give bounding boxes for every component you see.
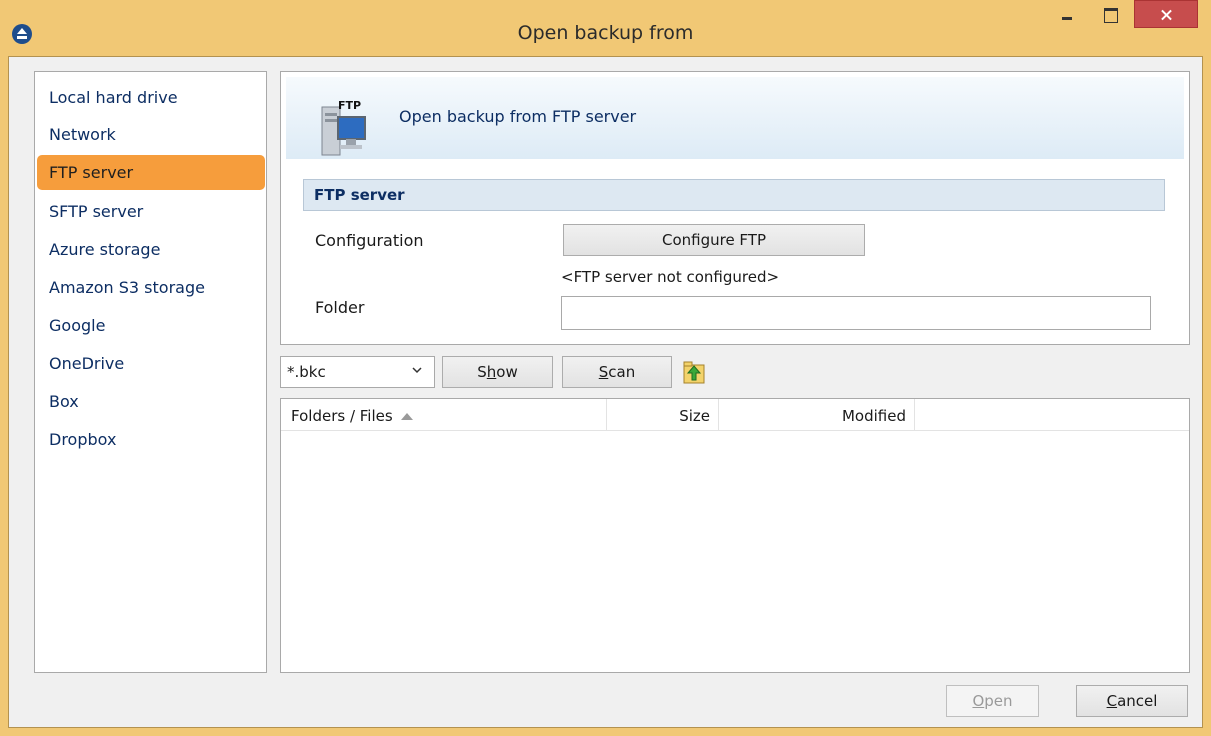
file-toolbar: *.bkc Show Scan <box>280 356 1190 388</box>
panel-header: FTP Open backup from FTP server <box>286 77 1184 159</box>
open-accel: O <box>972 692 985 710</box>
show-prefix: S <box>477 363 487 381</box>
list-header: Folders / Files Size Modified <box>281 399 1189 431</box>
configuration-label: Configuration <box>315 231 424 250</box>
sidebar-item-box[interactable]: Box <box>37 384 265 419</box>
sidebar-item-sftp-server[interactable]: SFTP server <box>37 194 265 229</box>
cancel-button[interactable]: Cancel <box>1076 685 1188 717</box>
show-accel: h <box>486 363 497 381</box>
storage-sidebar: Local hard drive Network FTP server SFTP… <box>34 71 267 673</box>
maximize-button[interactable] <box>1095 0 1125 30</box>
column-header-modified[interactable]: Modified <box>719 399 915 431</box>
file-filter-dropdown[interactable]: *.bkc <box>280 356 435 388</box>
show-suffix: ow <box>496 363 518 381</box>
cancel-accel: C <box>1106 692 1118 710</box>
ftp-icon-label: FTP <box>338 99 361 112</box>
ftp-settings-panel: FTP Open backup from FTP server FTP serv… <box>280 71 1190 345</box>
folder-label: Folder <box>315 298 365 317</box>
sidebar-item-dropbox[interactable]: Dropbox <box>37 422 265 457</box>
dialog-window: Open backup from Local hard drive Networ… <box>0 0 1211 736</box>
scan-suffix: can <box>608 363 636 381</box>
sort-ascending-icon <box>400 413 413 420</box>
cancel-suffix: ancel <box>1117 692 1158 710</box>
show-button[interactable]: Show <box>442 356 553 388</box>
chevron-down-icon <box>412 367 422 374</box>
ftp-config-status: <FTP server not configured> <box>561 268 780 286</box>
ftp-section-heading: FTP server <box>303 179 1165 211</box>
sidebar-item-amazon-s3-storage[interactable]: Amazon S3 storage <box>37 270 265 305</box>
dialog-body: Local hard drive Network FTP server SFTP… <box>8 56 1203 728</box>
close-button[interactable] <box>1134 0 1198 28</box>
minimize-button[interactable] <box>1052 0 1082 30</box>
sidebar-item-onedrive[interactable]: OneDrive <box>37 346 265 381</box>
sidebar-item-google[interactable]: Google <box>37 308 265 343</box>
open-button[interactable]: Open <box>946 685 1039 717</box>
column-name-label: Folders / Files <box>291 407 393 425</box>
file-filter-value: *.bkc <box>287 363 326 381</box>
file-list[interactable]: Folders / Files Size Modified <box>280 398 1190 673</box>
window-title: Open backup from <box>517 22 694 44</box>
ftp-server-icon: FTP <box>321 99 366 156</box>
sidebar-item-local-hard-drive[interactable]: Local hard drive <box>37 80 265 115</box>
sidebar-item-network[interactable]: Network <box>37 117 265 152</box>
column-header-name[interactable]: Folders / Files <box>281 399 607 431</box>
open-suffix: pen <box>984 692 1013 710</box>
sidebar-item-azure-storage[interactable]: Azure storage <box>37 232 265 267</box>
folder-input[interactable] <box>561 296 1151 330</box>
scan-button[interactable]: Scan <box>562 356 672 388</box>
sidebar-item-ftp-server[interactable]: FTP server <box>37 155 265 190</box>
folder-up-icon[interactable] <box>683 360 705 384</box>
panel-title: Open backup from FTP server <box>399 107 637 126</box>
column-header-size[interactable]: Size <box>607 399 719 431</box>
scan-accel: S <box>598 363 609 381</box>
configure-ftp-button[interactable]: Configure FTP <box>563 224 865 256</box>
